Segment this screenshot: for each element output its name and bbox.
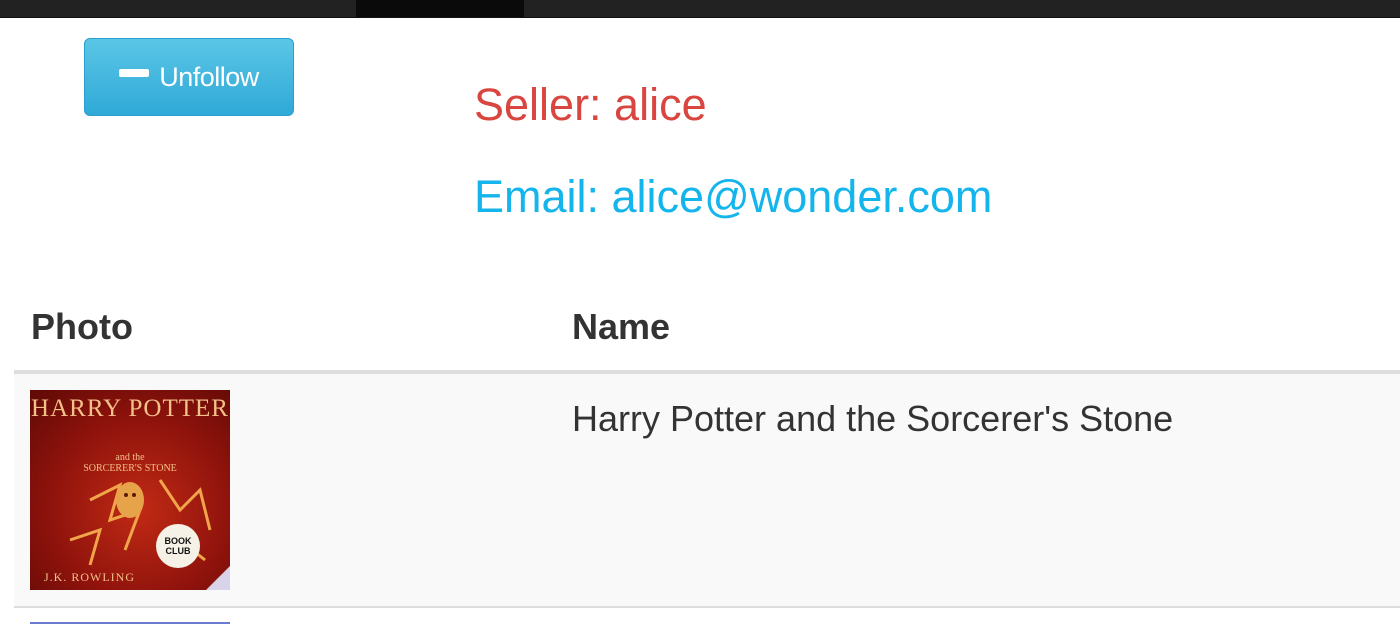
unfollow-button[interactable]: Unfollow (84, 38, 294, 116)
navbar-active-tab[interactable] (356, 0, 524, 17)
table-header: Photo Name (14, 290, 1400, 374)
book-name: Harry Potter and the Sorcerer's Stone (572, 398, 1174, 439)
cover-subtitle: and the SORCERER'S STONE (83, 452, 177, 474)
products-table: Photo Name HARRY POTTER and the SORCERER… (14, 290, 1400, 608)
email-heading: Email: alice@wonder.com (474, 171, 993, 222)
top-navbar (0, 0, 1400, 18)
cover-author: J.K. ROWLING (44, 570, 135, 584)
column-header-photo: Photo (31, 306, 133, 347)
seller-heading: Seller: alice (474, 79, 707, 130)
unfollow-label: Unfollow (159, 61, 259, 92)
minus-icon (119, 69, 150, 77)
column-header-name: Name (572, 306, 671, 347)
table-row: HARRY POTTER and the SORCERER'S STONE BO… (14, 374, 1400, 608)
cover-title: HARRY POTTER (31, 395, 229, 422)
next-row-link-hint (30, 622, 230, 624)
book-club-badge: BOOK CLUB (156, 524, 200, 568)
page-curl (206, 566, 230, 590)
book-cover-image[interactable]: HARRY POTTER and the SORCERER'S STONE BO… (30, 390, 230, 590)
